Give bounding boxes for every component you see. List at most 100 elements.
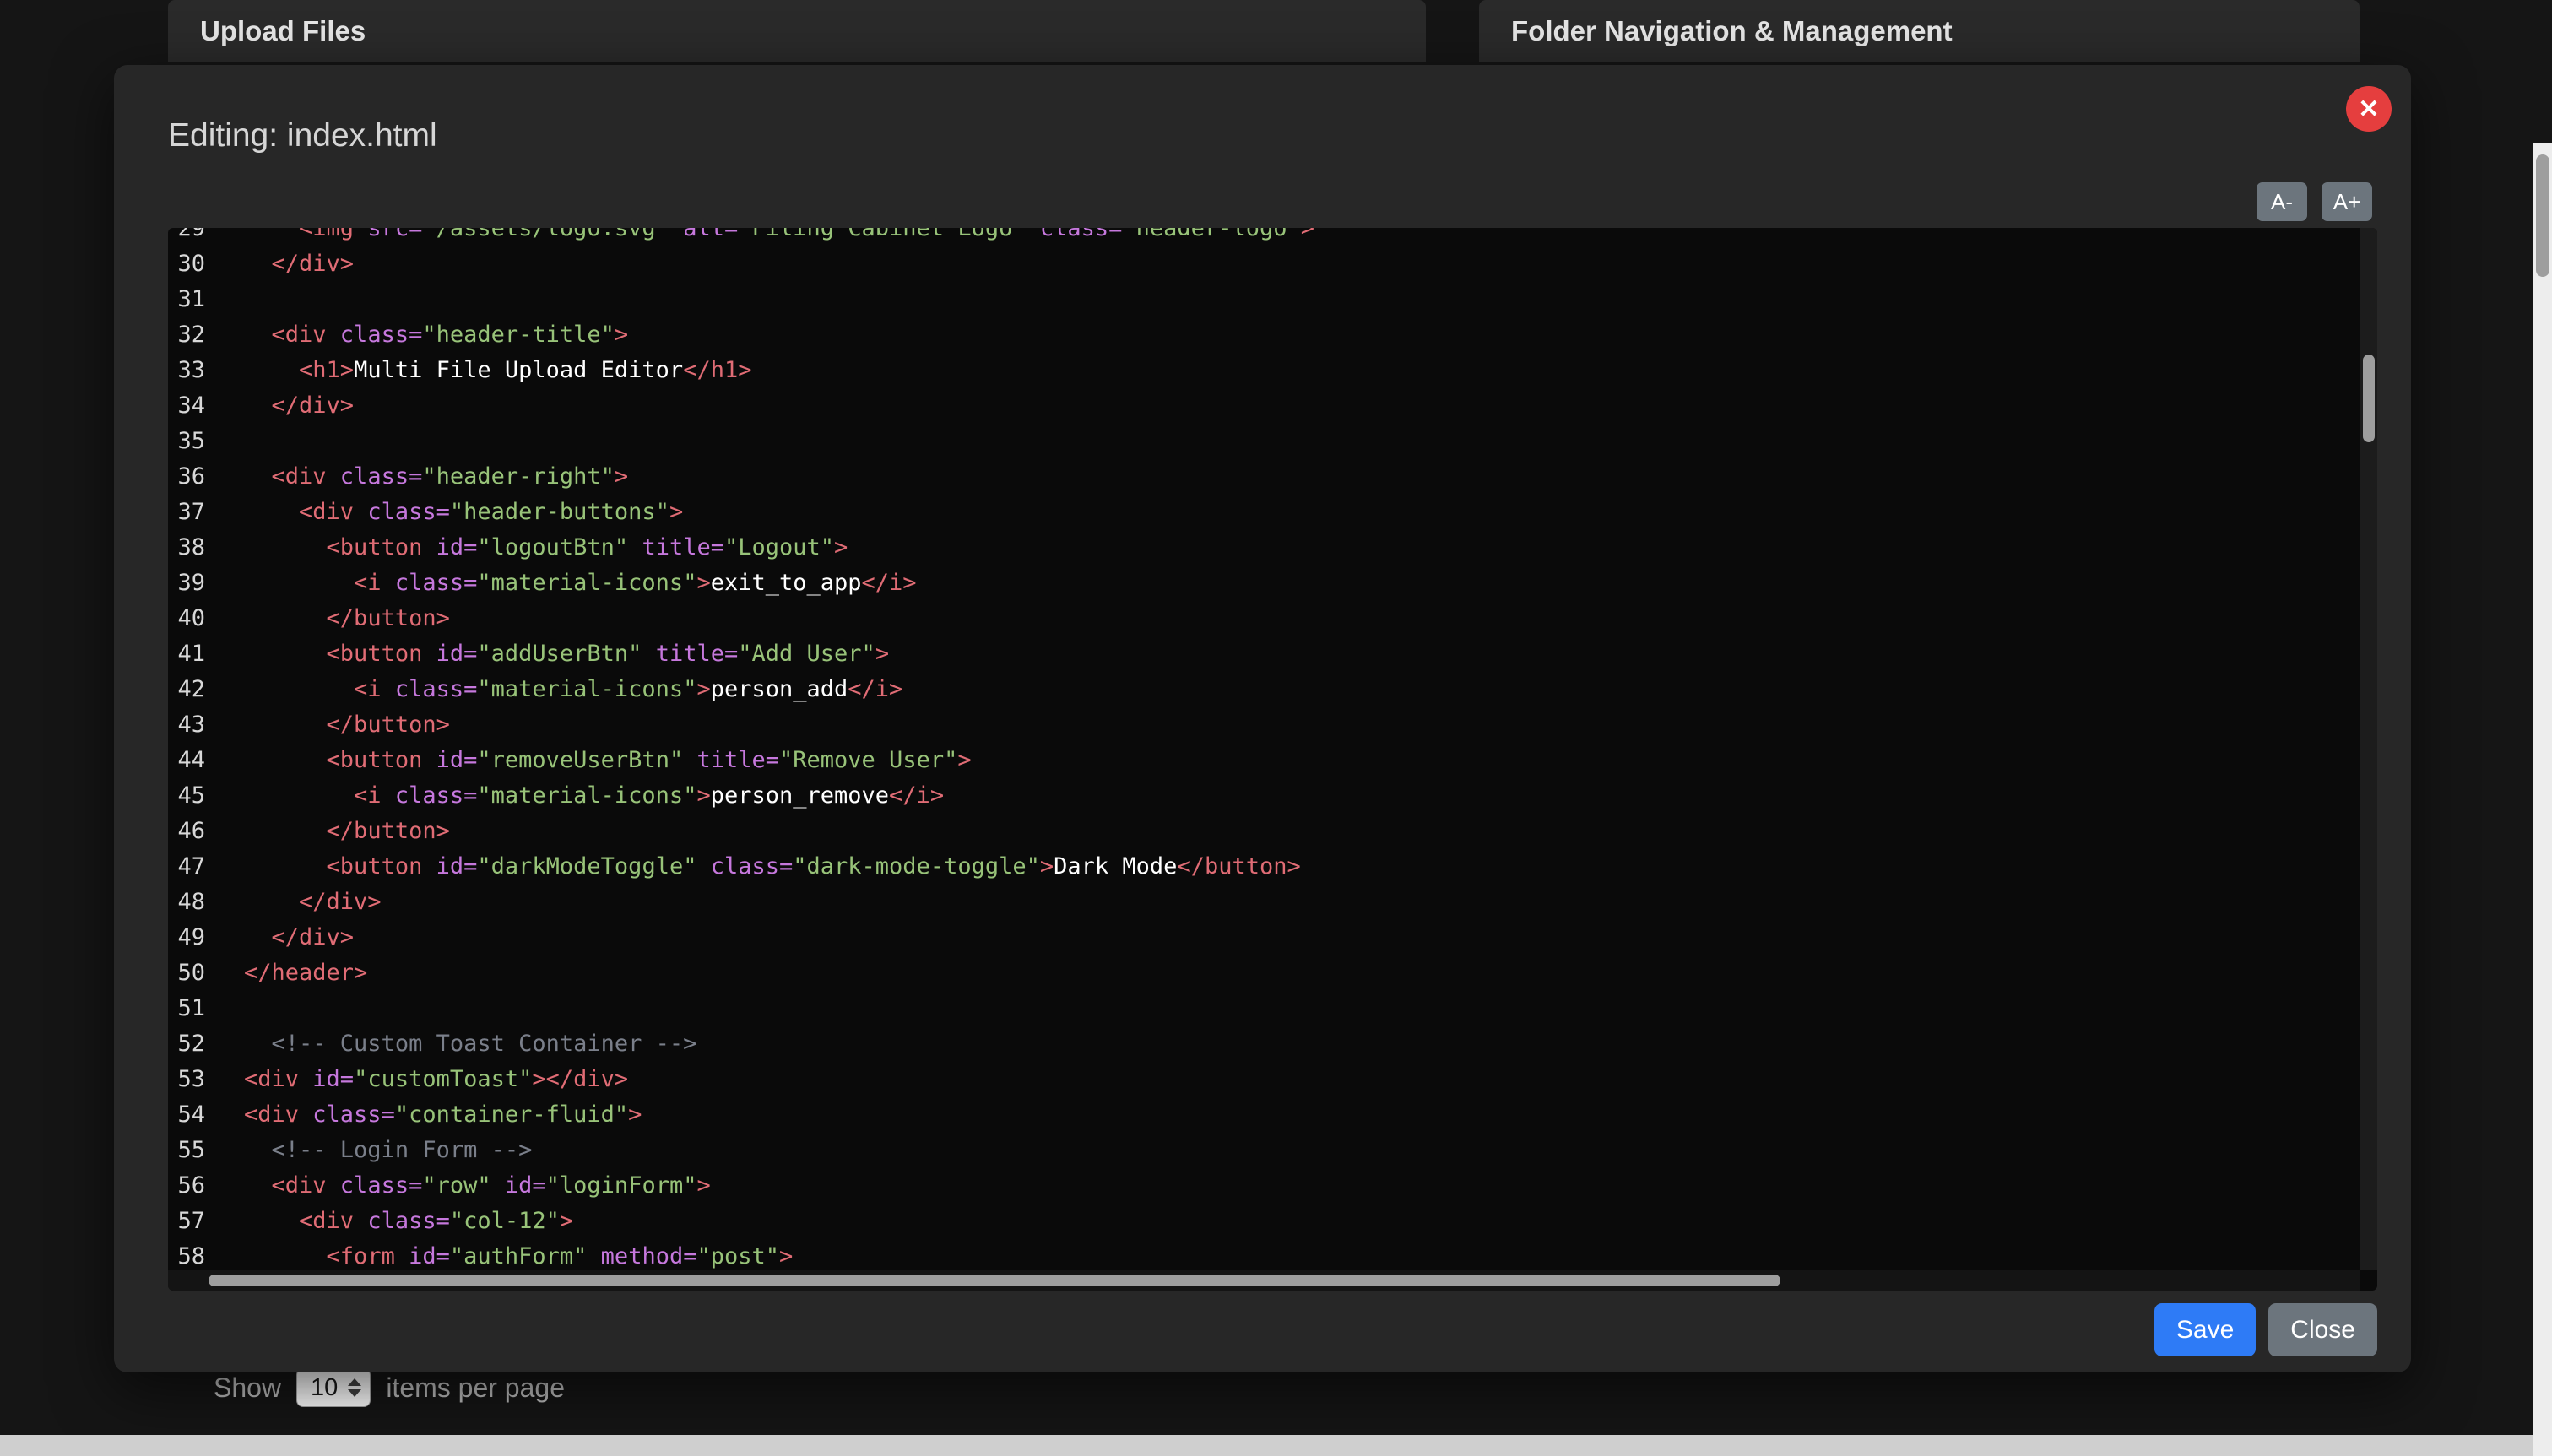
line-number: 56: [168, 1168, 205, 1204]
page-bottom-edge: [0, 1435, 2552, 1456]
code-line-content: <div class="header-buttons">: [244, 495, 683, 530]
code-line-content: <!-- Custom Toast Container -->: [244, 1026, 696, 1062]
page-scrollbar-thumb[interactable]: [2536, 154, 2549, 277]
editor-vertical-scrollbar-thumb[interactable]: [2363, 355, 2375, 442]
code-line: 45 <i class="material-icons">person_remo…: [168, 778, 2360, 814]
line-number: 37: [168, 495, 205, 530]
code-line-content: <button id="removeUserBtn" title="Remove…: [244, 743, 972, 778]
code-line: 31: [168, 282, 2360, 317]
code-line-content: <div class="header-title">: [244, 317, 628, 353]
code-editor[interactable]: 29 <img src="/assets/logo.svg" alt="Fili…: [168, 228, 2377, 1291]
code-line-content: </div>: [244, 388, 354, 424]
code-line: 54 <div class="container-fluid">: [168, 1097, 2360, 1133]
line-number: 33: [168, 353, 205, 388]
panel-upload-files: Upload Files: [168, 0, 1426, 62]
code-line-content: </div>: [244, 920, 354, 955]
code-line-content: <div class="col-12">: [244, 1204, 573, 1239]
code-line: 29 <img src="/assets/logo.svg" alt="Fili…: [168, 228, 2360, 246]
line-number: 50: [168, 955, 205, 991]
code-line: 30 </div>: [168, 246, 2360, 282]
line-number: 40: [168, 601, 205, 636]
code-line: 40 </button>: [168, 601, 2360, 636]
items-per-page-select[interactable]: 10: [296, 1368, 371, 1407]
code-line: 51: [168, 991, 2360, 1026]
code-line: 37 <div class="header-buttons">: [168, 495, 2360, 530]
code-line: 55 <!-- Login Form -->: [168, 1133, 2360, 1168]
code-line: 44 <button id="removeUserBtn" title="Rem…: [168, 743, 2360, 778]
code-line: 34 </div>: [168, 388, 2360, 424]
line-number: 35: [168, 424, 205, 459]
code-line: 56 <div class="row" id="loginForm">: [168, 1168, 2360, 1204]
line-number: 49: [168, 920, 205, 955]
code-line: 50</header>: [168, 955, 2360, 991]
font-decrease-button[interactable]: A-: [2257, 182, 2307, 221]
edit-file-modal: Editing: index.html ✕ A- A+ 29 <img src=…: [114, 65, 2411, 1372]
code-lines: 29 <img src="/assets/logo.svg" alt="Fili…: [168, 228, 2360, 1270]
panel-folder-navigation: Folder Navigation & Management: [1479, 0, 2360, 62]
code-line-content: <form id="authForm" method="post">: [244, 1239, 793, 1270]
show-label: Show: [214, 1372, 281, 1404]
line-number: 46: [168, 814, 205, 849]
line-number: 30: [168, 246, 205, 282]
code-line: 46 </button>: [168, 814, 2360, 849]
code-line: 57 <div class="col-12">: [168, 1204, 2360, 1239]
save-button[interactable]: Save: [2154, 1303, 2256, 1356]
modal-title: Editing: index.html: [168, 117, 437, 154]
modal-close-x-button[interactable]: ✕: [2346, 86, 2392, 132]
line-number: 32: [168, 317, 205, 353]
line-number: 41: [168, 636, 205, 672]
line-number: 52: [168, 1026, 205, 1062]
line-number: 54: [168, 1097, 205, 1133]
items-per-page-control: Show 10 items per page: [214, 1367, 565, 1408]
code-line: 33 <h1>Multi File Upload Editor</h1>: [168, 353, 2360, 388]
code-line-content: </div>: [244, 246, 354, 282]
line-number: 34: [168, 388, 205, 424]
code-line-content: <button id="addUserBtn" title="Add User"…: [244, 636, 889, 672]
editor-vertical-scrollbar[interactable]: [2360, 228, 2377, 1270]
line-number: 57: [168, 1204, 205, 1239]
page-scrollbar[interactable]: [2533, 143, 2552, 1456]
code-line-content: </button>: [244, 601, 450, 636]
code-viewport[interactable]: 29 <img src="/assets/logo.svg" alt="Fili…: [168, 228, 2360, 1270]
line-number: 29: [168, 228, 205, 246]
editor-horizontal-scrollbar[interactable]: [168, 1270, 2360, 1291]
close-icon: ✕: [2358, 95, 2379, 124]
line-number: 38: [168, 530, 205, 566]
code-line-content: </div>: [244, 885, 382, 920]
code-line: 52 <!-- Custom Toast Container -->: [168, 1026, 2360, 1062]
code-line: 39 <i class="material-icons">exit_to_app…: [168, 566, 2360, 601]
line-number: 42: [168, 672, 205, 707]
code-line: 41 <button id="addUserBtn" title="Add Us…: [168, 636, 2360, 672]
code-line-content: <i class="material-icons">person_add</i>: [244, 672, 902, 707]
items-per-page-value: 10: [311, 1374, 338, 1402]
font-size-controls: A- A+: [2257, 182, 2372, 221]
line-number: 43: [168, 707, 205, 743]
code-line: 32 <div class="header-title">: [168, 317, 2360, 353]
code-line-content: <h1>Multi File Upload Editor</h1>: [244, 353, 751, 388]
code-line: 35: [168, 424, 2360, 459]
line-number: 48: [168, 885, 205, 920]
code-line: 36 <div class="header-right">: [168, 459, 2360, 495]
code-line-content: <!-- Login Form -->: [244, 1133, 532, 1168]
line-number: 53: [168, 1062, 205, 1097]
font-increase-button[interactable]: A+: [2322, 182, 2372, 221]
code-line: 48 </div>: [168, 885, 2360, 920]
code-line-content: <div class="container-fluid">: [244, 1097, 642, 1133]
upload-files-title: Upload Files: [200, 15, 366, 47]
code-line-content: <div class="row" id="loginForm">: [244, 1168, 711, 1204]
line-number: 51: [168, 991, 205, 1026]
line-number: 36: [168, 459, 205, 495]
line-number: 44: [168, 743, 205, 778]
modal-footer: Save Close: [2154, 1303, 2377, 1356]
code-line-content: </button>: [244, 814, 450, 849]
line-number: 47: [168, 849, 205, 885]
code-line: 42 <i class="material-icons">person_add<…: [168, 672, 2360, 707]
code-line: 58 <form id="authForm" method="post">: [168, 1239, 2360, 1270]
code-line-content: <div id="customToast"></div>: [244, 1062, 628, 1097]
close-button[interactable]: Close: [2268, 1303, 2377, 1356]
code-line: 53 <div id="customToast"></div>: [168, 1062, 2360, 1097]
code-line-content: <i class="material-icons">person_remove<…: [244, 778, 944, 814]
line-number: 39: [168, 566, 205, 601]
editor-horizontal-scrollbar-thumb[interactable]: [209, 1275, 1780, 1286]
line-number: 31: [168, 282, 205, 317]
